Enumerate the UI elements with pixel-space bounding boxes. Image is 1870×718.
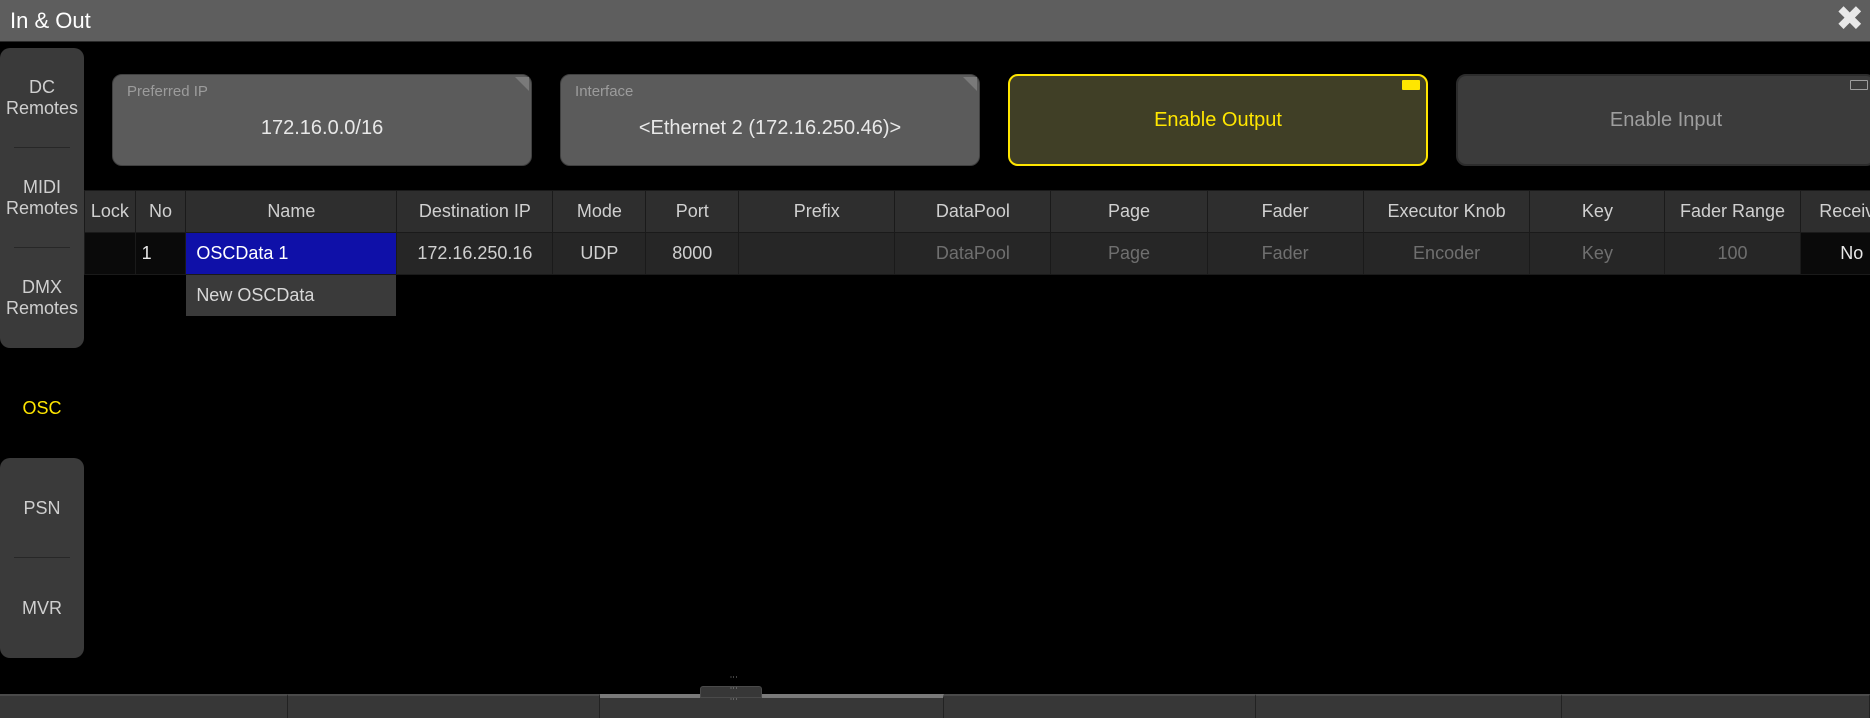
- new-oscdata-cell[interactable]: New OSCData: [186, 275, 397, 317]
- titlebar: In & Out ✖: [0, 0, 1870, 42]
- cell-datapool[interactable]: DataPool: [895, 233, 1051, 275]
- cell-mode[interactable]: UDP: [553, 233, 646, 275]
- column-header[interactable]: Receive: [1800, 191, 1870, 233]
- interface-value: <Ethernet 2 (172.16.250.46)>: [639, 117, 901, 140]
- cell-receive[interactable]: No: [1800, 233, 1870, 275]
- sidebar-item-osc[interactable]: OSC: [0, 358, 84, 458]
- enable-input-label: Enable Input: [1610, 109, 1722, 132]
- empty-cell: [1530, 275, 1665, 317]
- empty-cell: [1363, 275, 1530, 317]
- cell-key[interactable]: Key: [1530, 233, 1665, 275]
- sidebar-item-dc-remotes[interactable]: DC Remotes: [0, 48, 84, 148]
- column-header[interactable]: Fader Range: [1665, 191, 1800, 233]
- empty-cell: [646, 275, 739, 317]
- empty-cell: [397, 275, 553, 317]
- column-header[interactable]: Fader: [1207, 191, 1363, 233]
- sidebar: DC Remotes MIDI Remotes DMX Remotes OSC …: [0, 42, 84, 694]
- cell-port[interactable]: 8000: [646, 233, 739, 275]
- new-row[interactable]: New OSCData: [85, 275, 1870, 317]
- table-row[interactable]: 1OSCData 1172.16.250.16UDP8000 DataPoolPa…: [85, 233, 1870, 275]
- cell-fader-range[interactable]: 100: [1665, 233, 1800, 275]
- empty-cell: [1051, 275, 1207, 317]
- enable-output-label: Enable Output: [1154, 109, 1282, 132]
- empty-cell: [85, 275, 136, 317]
- column-header[interactable]: Key: [1530, 191, 1665, 233]
- sidebar-item-midi-remotes[interactable]: MIDI Remotes: [0, 148, 84, 248]
- preferred-ip-value: 172.16.0.0/16: [261, 117, 383, 140]
- empty-cell: [1800, 275, 1870, 317]
- column-header[interactable]: Lock: [85, 191, 136, 233]
- toggle-indicator-on-icon: [1402, 80, 1420, 90]
- table-header-row: LockNoNameDestination IPModePortPrefixDa…: [85, 191, 1870, 233]
- interface-label: Interface: [575, 83, 633, 100]
- preferred-ip-box[interactable]: Preferred IP 172.16.0.0/16: [112, 74, 532, 166]
- sidebar-item-psn[interactable]: PSN: [0, 458, 84, 558]
- empty-cell: [895, 275, 1051, 317]
- cell-lock[interactable]: [85, 233, 136, 275]
- column-header[interactable]: Executor Knob: [1363, 191, 1530, 233]
- preferred-ip-label: Preferred IP: [127, 83, 208, 100]
- cell-executor-knob[interactable]: Encoder: [1363, 233, 1530, 275]
- column-header[interactable]: No: [135, 191, 186, 233]
- column-header[interactable]: Page: [1051, 191, 1207, 233]
- cell-no[interactable]: 1: [135, 233, 186, 275]
- column-header[interactable]: Prefix: [739, 191, 895, 233]
- column-header[interactable]: Destination IP: [397, 191, 553, 233]
- column-header[interactable]: Mode: [553, 191, 646, 233]
- column-header[interactable]: Name: [186, 191, 397, 233]
- empty-cell: [553, 275, 646, 317]
- empty-cell: [739, 275, 895, 317]
- toggle-indicator-off-icon: [1850, 80, 1868, 90]
- cell-name[interactable]: OSCData 1: [186, 233, 397, 275]
- column-header[interactable]: Port: [646, 191, 739, 233]
- enable-output-toggle[interactable]: Enable Output: [1008, 74, 1428, 166]
- empty-cell: [1665, 275, 1800, 317]
- window-title: In & Out: [10, 8, 91, 34]
- cell-prefix[interactable]: [739, 233, 895, 275]
- osc-data-table[interactable]: LockNoNameDestination IPModePortPrefixDa…: [84, 190, 1870, 317]
- close-icon[interactable]: ✖: [1836, 2, 1865, 36]
- main-panel: Preferred IP 172.16.0.0/16 Interface <Et…: [84, 42, 1870, 694]
- cell-fader[interactable]: Fader: [1207, 233, 1363, 275]
- sidebar-item-dmx-remotes[interactable]: DMX Remotes: [0, 248, 84, 348]
- sidebar-item-mvr[interactable]: MVR: [0, 558, 84, 658]
- column-header[interactable]: DataPool: [895, 191, 1051, 233]
- interface-box[interactable]: Interface <Ethernet 2 (172.16.250.46)>: [560, 74, 980, 166]
- cell-page[interactable]: Page: [1051, 233, 1207, 275]
- bottom-strip[interactable]: [0, 694, 1870, 718]
- enable-input-toggle[interactable]: Enable Input: [1456, 74, 1870, 166]
- empty-cell: [135, 275, 186, 317]
- empty-cell: [1207, 275, 1363, 317]
- cell-dest-ip[interactable]: 172.16.250.16: [397, 233, 553, 275]
